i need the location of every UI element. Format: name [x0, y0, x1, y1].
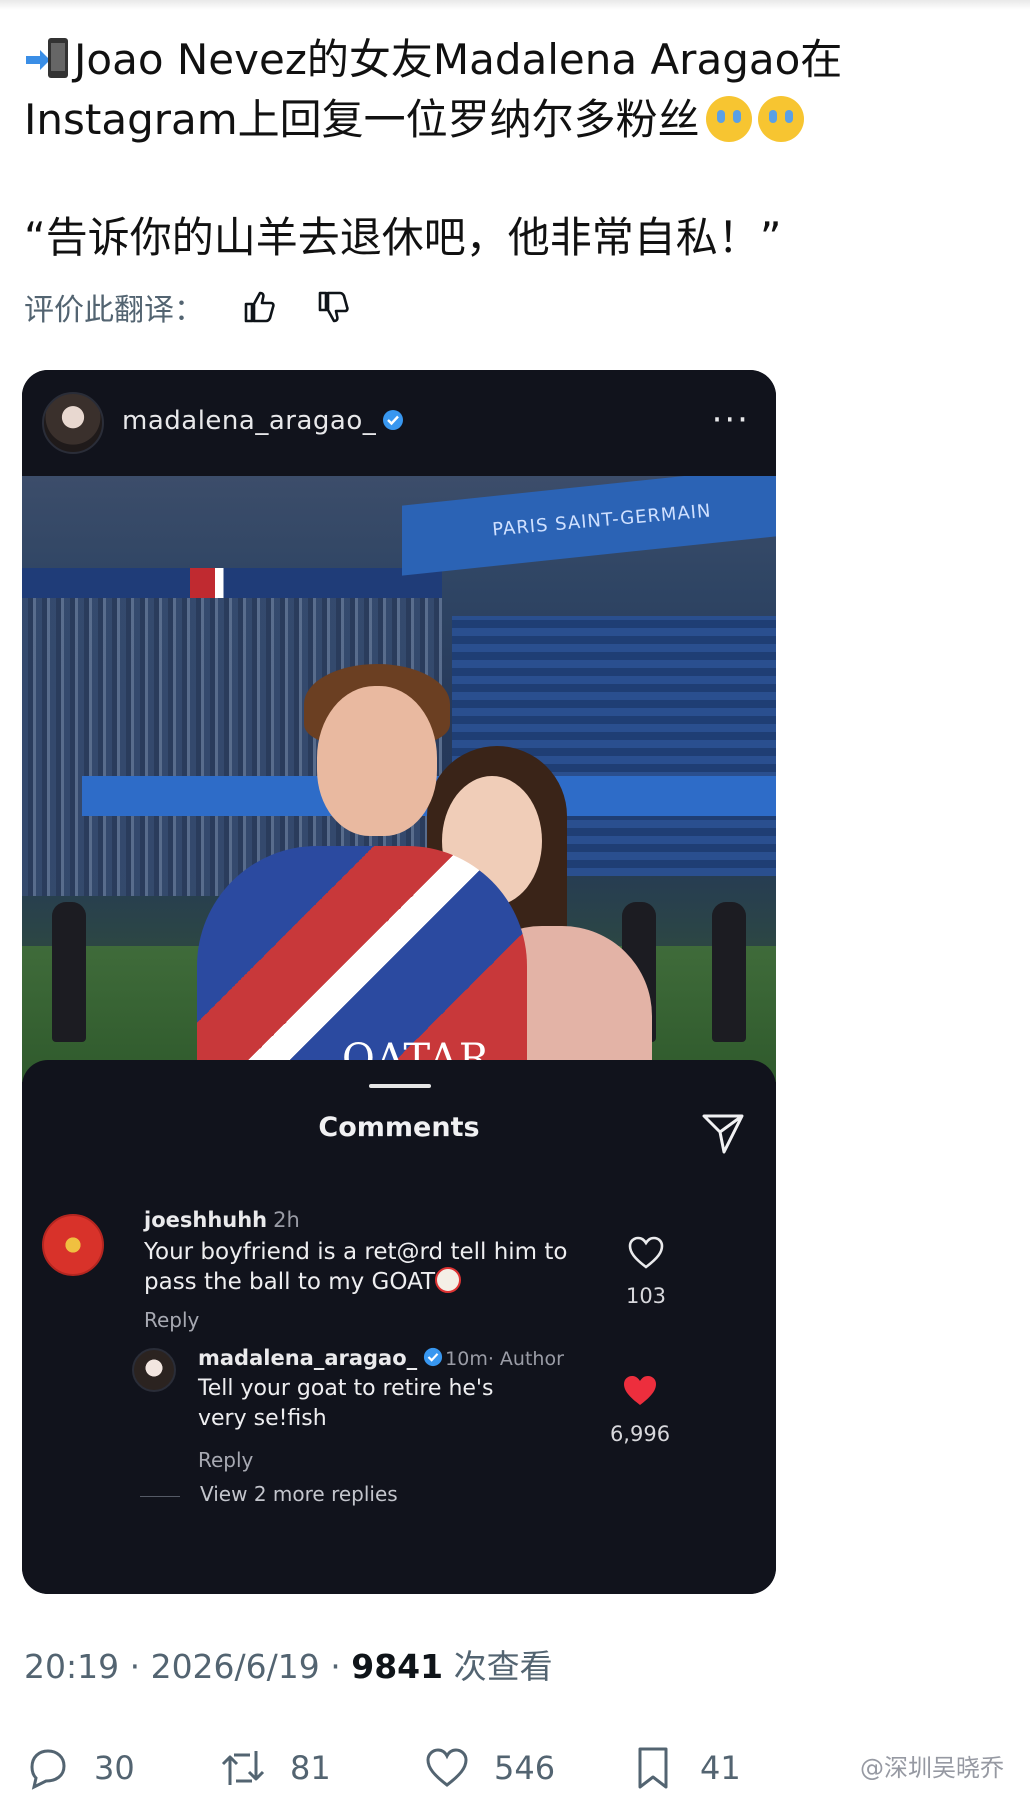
rate-translation-row: 评价此翻译：	[24, 285, 352, 329]
ig-username-text: madalena_aragao_	[122, 406, 377, 436]
bookmark-count: 41	[700, 1749, 741, 1787]
post-line-1-text: Joao Nevez的女友Madalena Aragao在	[74, 35, 843, 84]
thumbs-up-icon[interactable]	[242, 289, 278, 325]
background-person	[52, 902, 86, 1042]
heart-outline-icon[interactable]	[628, 1236, 664, 1270]
commenter-username-text: joeshhuhh	[144, 1208, 268, 1232]
reply-meta: 10m· Author	[445, 1348, 564, 1370]
ig-avatar[interactable]	[42, 392, 104, 454]
repost-action[interactable]: 81	[220, 1745, 331, 1791]
like-count: 546	[494, 1749, 556, 1787]
author-username[interactable]: madalena_aragao_ 10m· Author	[198, 1346, 564, 1370]
heart-filled-icon[interactable]	[622, 1374, 658, 1408]
commenter-avatar[interactable]	[42, 1214, 104, 1276]
more-replies-line	[140, 1496, 180, 1497]
share-send-icon[interactable]	[700, 1110, 746, 1156]
background-person	[712, 902, 746, 1042]
stadium-banner	[22, 568, 442, 598]
post-time: 20:19 · 2026/6/19 ·	[24, 1647, 352, 1686]
reply-bubble-icon	[30, 1749, 66, 1790]
author-username-text: madalena_aragao_	[198, 1346, 418, 1370]
verified-badge-icon	[383, 410, 404, 430]
like-heart-icon	[426, 1748, 468, 1787]
phone-arrow-icon	[26, 38, 68, 78]
bookmark-icon	[638, 1747, 668, 1789]
like-action[interactable]: 546	[424, 1745, 555, 1791]
comment-text: Your boyfriend is a ret@rd tell him to p…	[144, 1238, 624, 1297]
man-face	[317, 686, 437, 836]
top-edge	[0, 0, 1030, 10]
comment-like-count: 103	[625, 1284, 667, 1308]
reply-text: Tell your goat to retire he's very se!fi…	[198, 1376, 494, 1431]
ig-username[interactable]: madalena_aragao_	[122, 406, 404, 436]
rate-translation-label: 评价此翻译：	[24, 293, 204, 328]
post-timestamp-row: 20:19 · 2026/6/19 · 9841 次查看	[24, 1640, 553, 1688]
comment-text-body: Your boyfriend is a ret@rd tell him to p…	[144, 1239, 568, 1295]
views-label: 次查看	[443, 1647, 553, 1686]
post-line-2-text: Instagram上回复一位罗纳尔多粉丝	[24, 95, 700, 144]
post-text: Joao Nevez的女友Madalena Aragao在 Instagram上…	[24, 30, 1004, 150]
reply-reply-button[interactable]: Reply	[198, 1448, 253, 1472]
repost-icon	[221, 1751, 265, 1785]
bookmark-action[interactable]: 41	[630, 1745, 741, 1791]
reply-count: 30	[94, 1749, 135, 1787]
commenter-username[interactable]: joeshhuhh 2h	[144, 1208, 300, 1232]
reply-like-count: 6,996	[609, 1422, 671, 1446]
crying-face-icon	[705, 96, 752, 142]
author-avatar[interactable]	[132, 1348, 176, 1392]
comment-time: 2h	[273, 1208, 300, 1232]
reply-action[interactable]: 30	[24, 1745, 135, 1791]
more-options-icon[interactable]: ···	[712, 400, 750, 440]
verified-badge-icon	[424, 1347, 443, 1367]
weibo-watermark: @深圳吴晓乔	[860, 1754, 1004, 1782]
repost-count: 81	[290, 1749, 331, 1787]
view-count: 9841	[351, 1647, 444, 1686]
view-more-replies-button[interactable]: View 2 more replies	[200, 1482, 398, 1506]
comment-reply-button[interactable]: Reply	[144, 1308, 199, 1332]
translated-quote: “告诉你的山羊去退休吧，他非常自私！”	[24, 213, 782, 262]
comments-title: Comments	[318, 1112, 480, 1143]
comments-sheet: Comments joeshhuhh 2h Your boyfriend is a…	[22, 1060, 776, 1594]
instagram-screenshot: madalena_aragao_ ··· PARIS SAINT-GERMAIN…	[22, 370, 776, 1594]
thumbs-down-icon[interactable]	[316, 289, 352, 325]
clown-face-icon	[435, 1267, 462, 1293]
crying-face-icon	[757, 96, 804, 142]
ig-post-header: madalena_aragao_ ···	[22, 370, 776, 476]
post-photo: PARIS SAINT-GERMAIN QATAR	[22, 476, 776, 1082]
post-line-2: Instagram上回复一位罗纳尔多粉丝	[24, 90, 1004, 150]
post-line-1: Joao Nevez的女友Madalena Aragao在	[24, 30, 1004, 90]
sheet-grabber[interactable]	[369, 1084, 431, 1088]
